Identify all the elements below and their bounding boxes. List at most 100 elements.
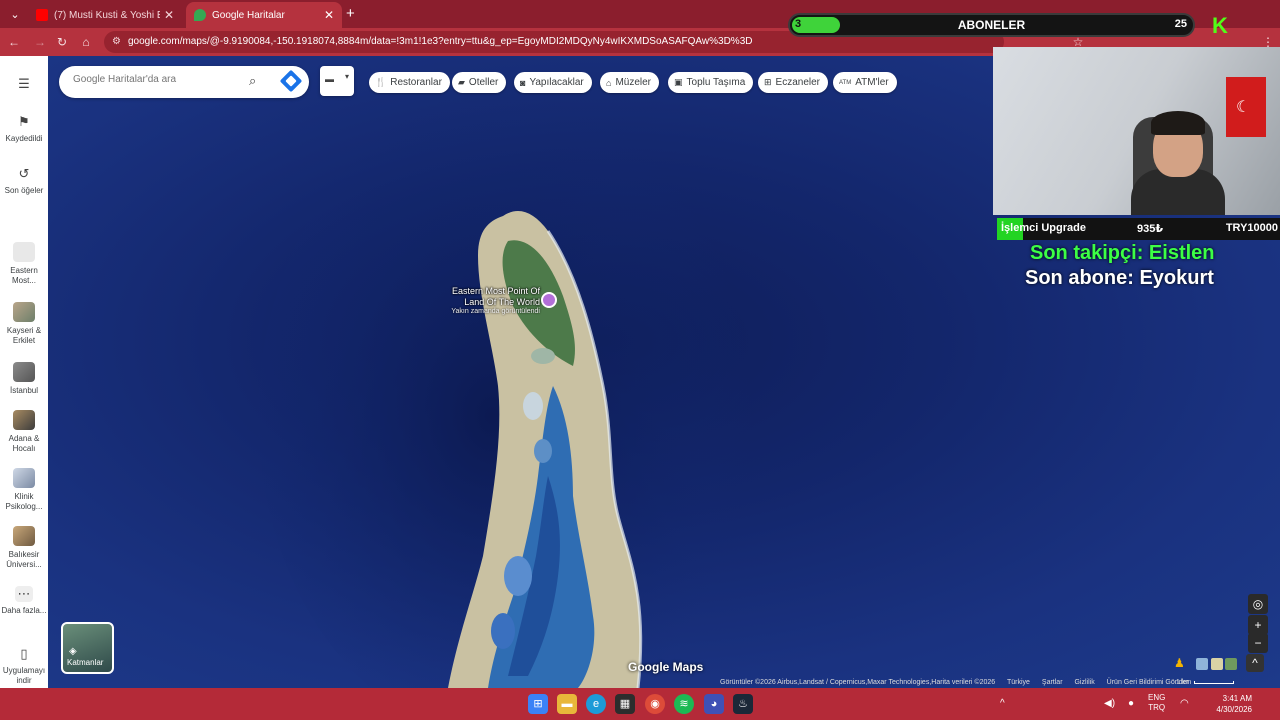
volume-icon[interactable]: ◀) xyxy=(1104,698,1115,709)
poi-marker-icon[interactable] xyxy=(541,292,557,308)
new-tab-icon[interactable]: + xyxy=(346,5,355,22)
screen: ⌄ (7) Musti Kusti & Yoshi Enomoto ✕ Goog… xyxy=(0,0,1280,720)
place-thumbnail xyxy=(13,410,35,430)
map-type-thumb-icon[interactable] xyxy=(1196,658,1208,670)
language-indicator[interactable]: ENG TRQ xyxy=(1148,693,1165,713)
hamburger-menu-icon: ☰ xyxy=(18,76,30,91)
reload-icon[interactable]: ↻ xyxy=(54,34,70,50)
bookmark-icon: ⚑ xyxy=(18,114,30,129)
back-icon[interactable]: ← xyxy=(6,34,22,50)
subscriber-goal-bar: 3 ABONELER 25 xyxy=(788,13,1195,37)
directions-icon[interactable] xyxy=(279,69,303,93)
footer-link[interactable]: Gizlilik xyxy=(1074,679,1094,686)
phone-icon: ▯ xyxy=(20,646,28,661)
tray-overflow-icon[interactable]: ^ xyxy=(1000,698,1005,709)
last-subscriber: Son abone: Eyokurt xyxy=(1025,267,1214,289)
zoom-in-button[interactable]: + xyxy=(1248,615,1268,635)
kick-logo-icon: K xyxy=(1212,13,1228,38)
place-thumbnail xyxy=(13,302,35,322)
chip-museums[interactable]: ⌂ Müzeler xyxy=(600,72,660,93)
chip-hotels[interactable]: ▰ Oteller xyxy=(452,72,507,93)
zoom-out-button[interactable]: − xyxy=(1248,633,1268,653)
spotify-icon[interactable]: ≋ xyxy=(674,694,694,714)
expand-icon[interactable]: ^ xyxy=(1246,654,1264,672)
streamer-hair xyxy=(1151,111,1205,135)
sidebar-item-kayseri[interactable]: Kayseri & Erkilet xyxy=(0,302,48,346)
place-thumbnail xyxy=(13,468,35,488)
chrome-icon[interactable]: ◉ xyxy=(645,694,665,714)
more-icon: ⋯ xyxy=(15,586,33,602)
youtube-icon xyxy=(36,9,48,21)
close-tab-icon[interactable]: ✕ xyxy=(164,8,174,22)
place-thumbnail xyxy=(13,526,35,546)
poi-subtitle: Yakın zamanda görüntülendi xyxy=(451,308,540,315)
transit-icon: ▣ xyxy=(674,77,683,87)
sidebar-item-istanbul[interactable]: İstanbul xyxy=(0,362,48,396)
chip-atms[interactable]: ATM ATM'ler xyxy=(833,72,897,93)
close-tab-icon[interactable]: ✕ xyxy=(324,8,334,22)
url-text: google.com/maps/@-9.9190084,-150.1918074… xyxy=(128,36,753,47)
place-thumbnail xyxy=(13,242,35,262)
forward-icon[interactable]: → xyxy=(32,34,48,50)
chip-pharmacies[interactable]: ⊞ Eczaneler xyxy=(758,72,829,93)
home-icon[interactable]: ⌂ xyxy=(78,34,94,50)
file-explorer-icon[interactable]: ▬ xyxy=(557,694,577,714)
restaurant-icon: 🍴 xyxy=(375,77,387,87)
sidebar-item-balikesir[interactable]: Balıkesir Üniversi... xyxy=(0,526,48,570)
car-icon: ▬ xyxy=(325,74,334,84)
map-footer: Görüntüler ©2026 Airbus,Landsat / Copern… xyxy=(720,679,1199,686)
maps-sidebar: ☰ ⚑ Kaydedildi ↺ Son öğeler Eastern Most..… xyxy=(0,56,48,688)
imagery-credit: Görüntüler ©2026 Airbus,Landsat / Copern… xyxy=(720,679,996,686)
search-box: ⌕ xyxy=(59,66,309,98)
clock[interactable]: 3:41 AM 4/30/2026 xyxy=(1210,693,1252,715)
chip-transit[interactable]: ▣ Toplu Taşıma xyxy=(668,72,754,93)
my-location-icon[interactable]: ◎ xyxy=(1248,594,1268,614)
sidebar-item-get-app[interactable]: ▯ Uygulamayı indir xyxy=(0,646,48,686)
map-type-thumb-icon[interactable] xyxy=(1211,658,1223,670)
atm-icon: ATM xyxy=(839,79,852,86)
poi-title[interactable]: Eastern Most Point Of Land Of The World xyxy=(430,286,540,308)
last-follower: Son takipçi: Eistlen xyxy=(1030,242,1215,264)
sidebar-item-recent[interactable]: ↺ Son öğeler xyxy=(0,166,48,196)
layers-button[interactable]: ◈ Katmanlar xyxy=(61,622,114,674)
tab-youtube[interactable]: (7) Musti Kusti & Yoshi Enomoto ✕ xyxy=(28,2,182,28)
store-icon[interactable]: ▦ xyxy=(615,694,635,714)
place-thumbnail xyxy=(13,362,35,382)
search-input[interactable] xyxy=(73,74,243,85)
chip-restaurants[interactable]: 🍴 Restoranlar xyxy=(369,72,450,93)
footer-link[interactable]: Şartlar xyxy=(1042,679,1063,686)
sidebar-item-eastern-most[interactable]: Eastern Most... xyxy=(0,242,48,286)
footer-link[interactable]: Türkiye xyxy=(1007,679,1030,686)
sidebar-item-saved[interactable]: ⚑ Kaydedildi xyxy=(0,114,48,144)
map-type-thumb-icon[interactable] xyxy=(1225,658,1237,670)
sidebar-item-adana[interactable]: Adana & Hocalı xyxy=(0,410,48,454)
turkish-flag-icon xyxy=(1226,77,1266,137)
mic-icon[interactable]: ● xyxy=(1128,698,1134,709)
search-icon[interactable]: ⌕ xyxy=(249,73,256,89)
scale-line xyxy=(1194,680,1235,684)
discord-icon[interactable]: ◕ xyxy=(704,694,724,714)
start-icon[interactable]: ⊞ xyxy=(528,694,548,714)
sidebar-item-klinik[interactable]: Klinik Psikolog... xyxy=(0,468,48,512)
tab-search-icon[interactable]: ⌄ xyxy=(6,5,24,23)
pegman-icon[interactable]: ♟ xyxy=(1174,656,1188,674)
museum-icon: ⌂ xyxy=(606,77,612,88)
sidebar-menu[interactable]: ☰ xyxy=(0,76,48,96)
edge-icon[interactable]: e xyxy=(586,694,606,714)
transport-mode-button[interactable]: ▬ ▾ xyxy=(320,66,354,96)
donation-goal: İşlemci Upgrade 935₺ TRY10000 xyxy=(997,218,1280,240)
hotel-icon: ▰ xyxy=(458,77,465,87)
camera-icon: ◙ xyxy=(520,77,526,88)
chevron-down-icon: ▾ xyxy=(345,72,350,81)
history-icon: ↺ xyxy=(18,166,30,181)
chip-things-to-do[interactable]: ◙ Yapılacaklar xyxy=(514,72,592,93)
maps-pin-icon xyxy=(194,9,206,21)
wifi-icon[interactable]: ◠ xyxy=(1180,698,1189,709)
steam-icon[interactable]: ♨ xyxy=(733,694,753,714)
taskbar: ⊞ ▬ e ▦ ◉ ≋ ◕ ♨ ^ ◀) ● ENG TRQ ◠ 3:41 AM 4… xyxy=(0,688,1280,720)
tab-google-maps[interactable]: Google Haritalar ✕ xyxy=(186,2,342,28)
site-info-icon[interactable]: ⚙ xyxy=(112,31,121,53)
webcam-feed xyxy=(993,47,1280,215)
scale-bar[interactable]: 1 km xyxy=(1176,679,1235,686)
sidebar-item-more[interactable]: ⋯ Daha fazla... xyxy=(0,586,48,616)
